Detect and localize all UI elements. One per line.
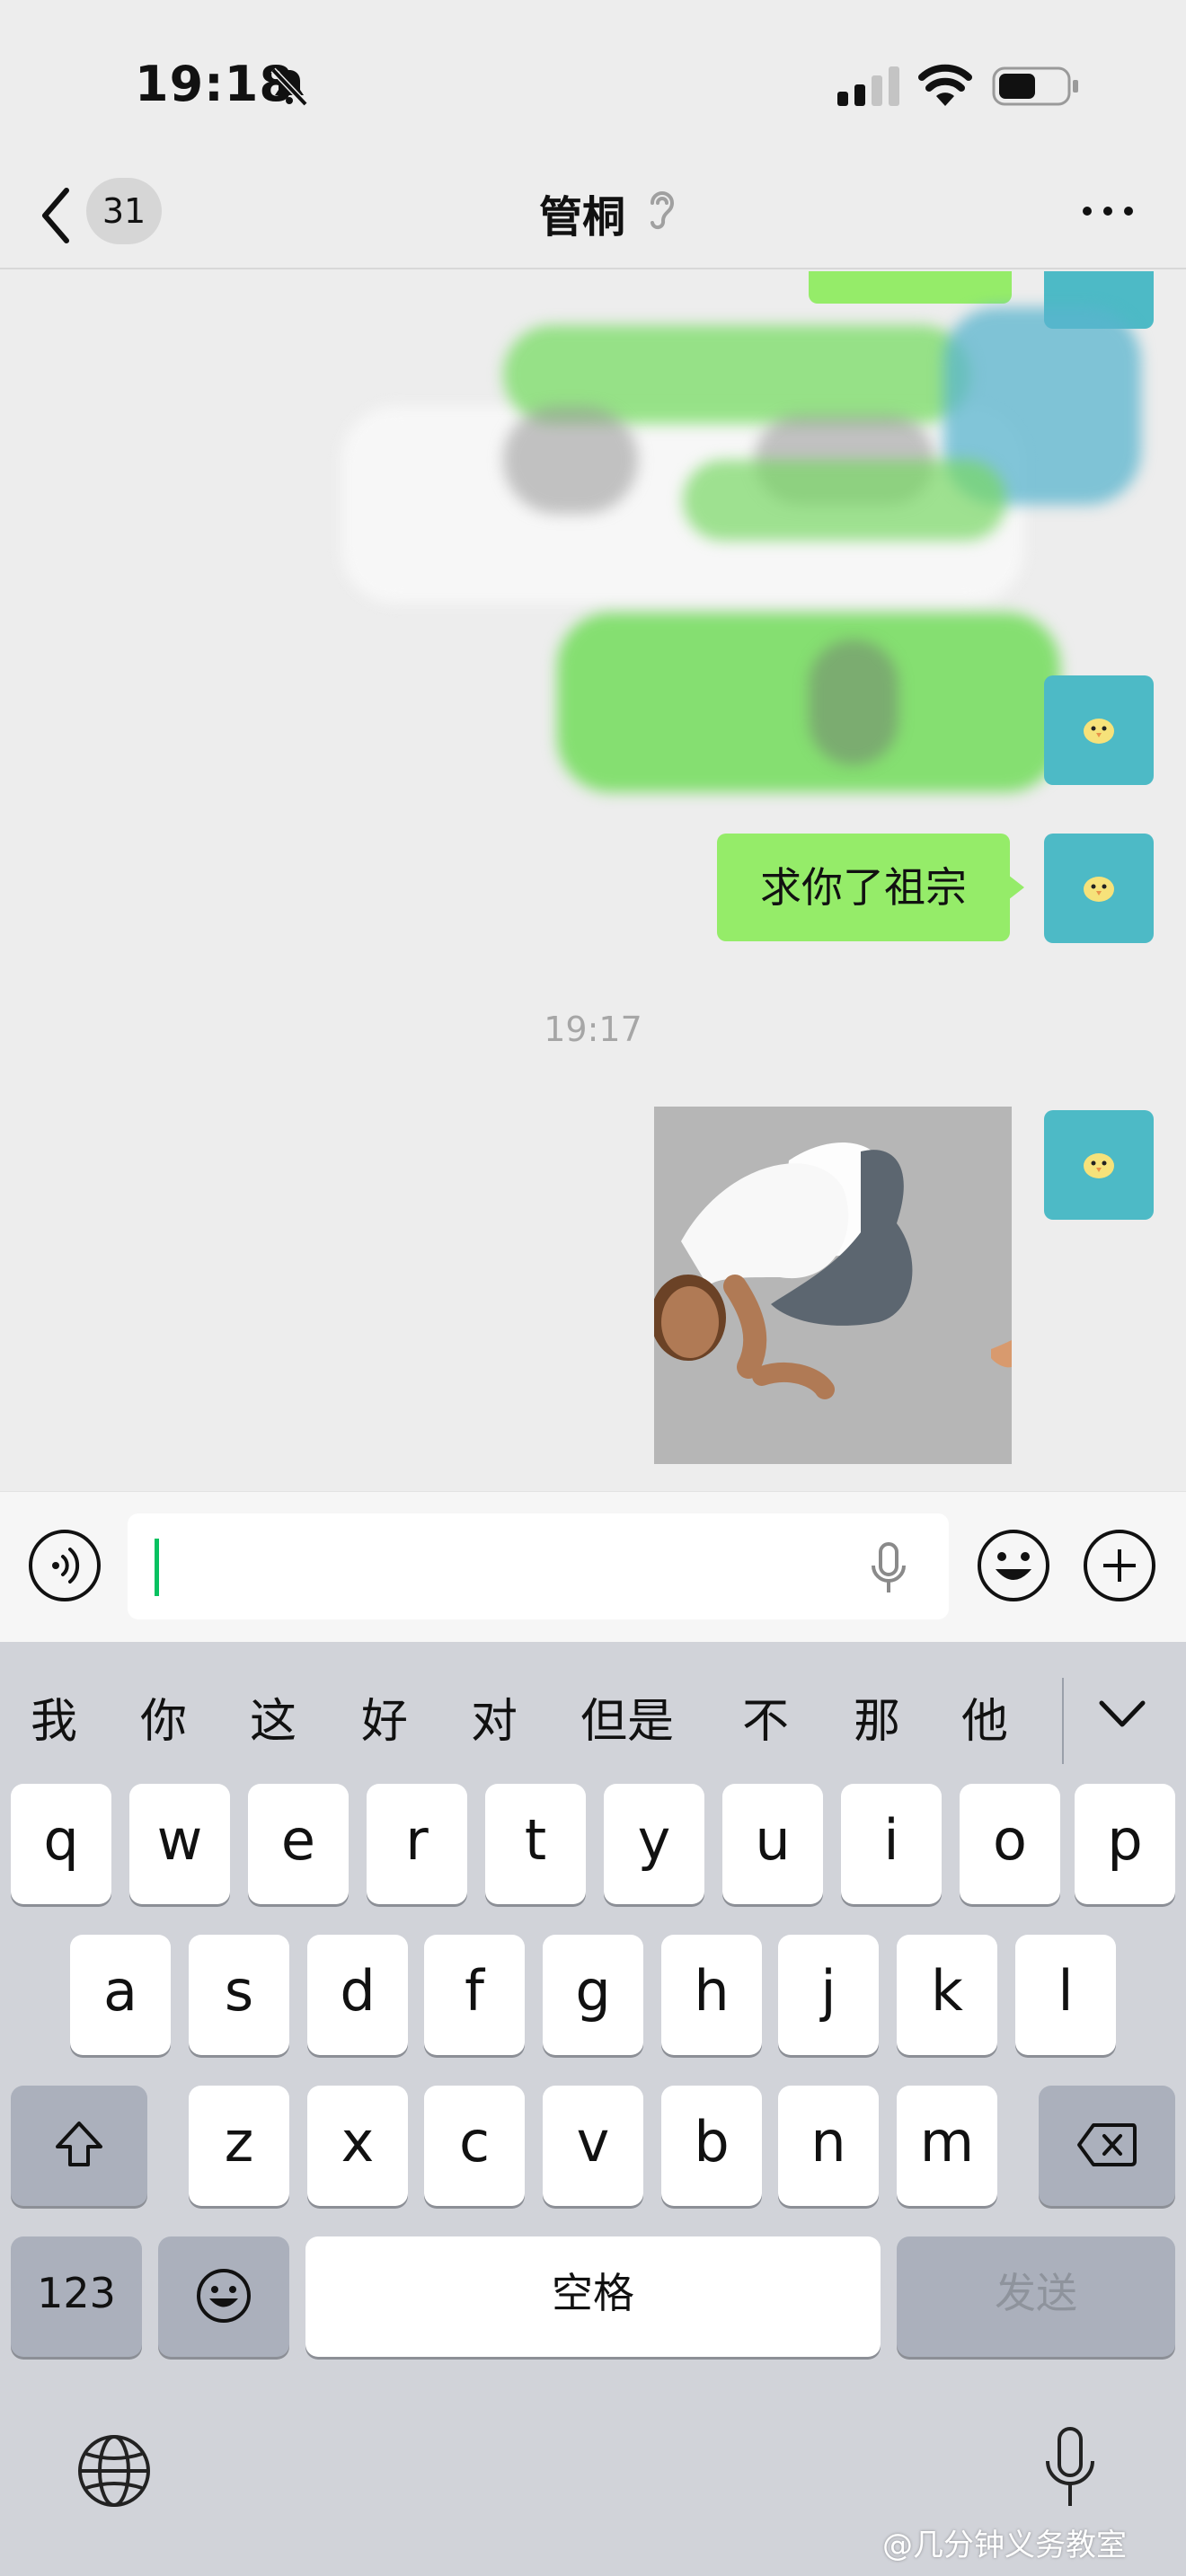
earpiece-mode-icon bbox=[651, 191, 675, 230]
key-d[interactable]: d bbox=[307, 1935, 408, 2055]
key-y[interactable]: y bbox=[604, 1784, 704, 1904]
candidate-word[interactable]: 这 bbox=[250, 1683, 296, 1751]
candidate-word[interactable]: 对 bbox=[471, 1683, 518, 1751]
muted-bell-icon bbox=[270, 67, 308, 107]
text-caret bbox=[155, 1539, 159, 1596]
chat-header: 31 管桐 bbox=[0, 171, 1186, 269]
plus-icon[interactable] bbox=[1082, 1528, 1157, 1603]
more-options-icon[interactable] bbox=[1078, 198, 1137, 225]
send-key[interactable]: 发送 bbox=[897, 2236, 1175, 2357]
avatar[interactable] bbox=[1044, 834, 1154, 943]
key-q[interactable]: q bbox=[11, 1784, 111, 1904]
message-bubble-cropped[interactable] bbox=[809, 271, 1012, 304]
candidate-word[interactable]: 你 bbox=[140, 1683, 187, 1751]
battery-icon bbox=[992, 66, 1078, 106]
candidate-bar: 我 你 这 好 对 但是 不 那 他 bbox=[0, 1642, 1186, 1782]
key-z[interactable]: z bbox=[189, 2086, 289, 2206]
key-v[interactable]: v bbox=[543, 2086, 643, 2206]
key-o[interactable]: o bbox=[960, 1784, 1060, 1904]
candidate-word[interactable]: 但是 bbox=[580, 1683, 674, 1751]
key-s[interactable]: s bbox=[189, 1935, 289, 2055]
key-x[interactable]: x bbox=[307, 2086, 408, 2206]
message-input-bar bbox=[0, 1491, 1186, 1642]
shift-icon bbox=[56, 2122, 102, 2166]
back-chevron-icon[interactable] bbox=[38, 183, 74, 248]
bubble-tail bbox=[1008, 875, 1024, 900]
shift-key[interactable] bbox=[11, 2086, 147, 2206]
keyboard: 我 你 这 好 对 但是 不 那 他 q w e r t y u i o p a… bbox=[0, 1642, 1186, 2576]
message-bubble[interactable]: 求你了祖宗 bbox=[717, 834, 1010, 941]
message-list[interactable]: 求你了祖宗 19:17 bbox=[0, 271, 1186, 1491]
chick-avatar-icon bbox=[1084, 877, 1114, 902]
chick-avatar-icon bbox=[1084, 719, 1114, 744]
emoji-key[interactable] bbox=[158, 2236, 289, 2357]
key-j[interactable]: j bbox=[778, 1935, 879, 2055]
key-h[interactable]: h bbox=[661, 1935, 762, 2055]
key-a[interactable]: a bbox=[70, 1935, 171, 2055]
message-text: 求你了祖宗 bbox=[760, 863, 967, 912]
time-separator: 19:17 bbox=[544, 1010, 642, 1049]
message-text-field[interactable] bbox=[128, 1513, 949, 1619]
key-c[interactable]: c bbox=[424, 2086, 525, 2206]
candidate-word[interactable]: 他 bbox=[961, 1683, 1008, 1751]
globe-icon[interactable] bbox=[75, 2432, 153, 2510]
image-message[interactable] bbox=[654, 1107, 1012, 1464]
candidate-word[interactable]: 我 bbox=[31, 1683, 77, 1751]
chevron-down-icon[interactable] bbox=[1096, 1692, 1148, 1735]
space-key[interactable]: 空格 bbox=[305, 2236, 881, 2357]
voice-input-icon[interactable] bbox=[27, 1528, 102, 1603]
emoji-icon bbox=[197, 2269, 251, 2323]
candidate-word[interactable]: 好 bbox=[361, 1683, 408, 1751]
avatar[interactable] bbox=[1044, 1110, 1154, 1220]
key-e[interactable]: e bbox=[248, 1784, 349, 1904]
avatar[interactable] bbox=[1044, 675, 1154, 785]
key-m[interactable]: m bbox=[897, 2086, 997, 2206]
key-n[interactable]: n bbox=[778, 2086, 879, 2206]
key-b[interactable]: b bbox=[661, 2086, 762, 2206]
key-t[interactable]: t bbox=[485, 1784, 586, 1904]
kneeling-figure-image bbox=[654, 1107, 1012, 1464]
key-g[interactable]: g bbox=[543, 1935, 643, 2055]
key-p[interactable]: p bbox=[1075, 1784, 1175, 1904]
candidate-word[interactable]: 那 bbox=[854, 1683, 900, 1751]
chick-avatar-icon bbox=[1084, 1153, 1114, 1178]
candidate-divider bbox=[1062, 1678, 1064, 1764]
key-f[interactable]: f bbox=[424, 1935, 525, 2055]
status-bar: 19:18 bbox=[0, 0, 1186, 171]
emoji-icon[interactable] bbox=[976, 1528, 1051, 1603]
key-r[interactable]: r bbox=[367, 1784, 467, 1904]
key-l[interactable]: l bbox=[1015, 1935, 1116, 2055]
cellular-signal-icon bbox=[837, 66, 899, 106]
key-k[interactable]: k bbox=[897, 1935, 997, 2055]
delete-key[interactable] bbox=[1039, 2086, 1175, 2206]
key-i[interactable]: i bbox=[841, 1784, 942, 1904]
dictation-microphone-icon[interactable] bbox=[1042, 2423, 1098, 2513]
backspace-icon bbox=[1077, 2123, 1137, 2166]
unread-count-badge[interactable]: 31 bbox=[86, 178, 162, 244]
chat-title: 管桐 bbox=[539, 192, 626, 243]
key-w[interactable]: w bbox=[129, 1784, 230, 1904]
key-u[interactable]: u bbox=[722, 1784, 823, 1904]
wifi-icon bbox=[918, 64, 972, 106]
microphone-icon[interactable] bbox=[866, 1540, 911, 1596]
candidate-word[interactable]: 不 bbox=[742, 1683, 789, 1751]
watermark: @几分钟义务教室 bbox=[882, 2527, 1127, 2563]
numbers-key[interactable]: 123 bbox=[11, 2236, 142, 2357]
